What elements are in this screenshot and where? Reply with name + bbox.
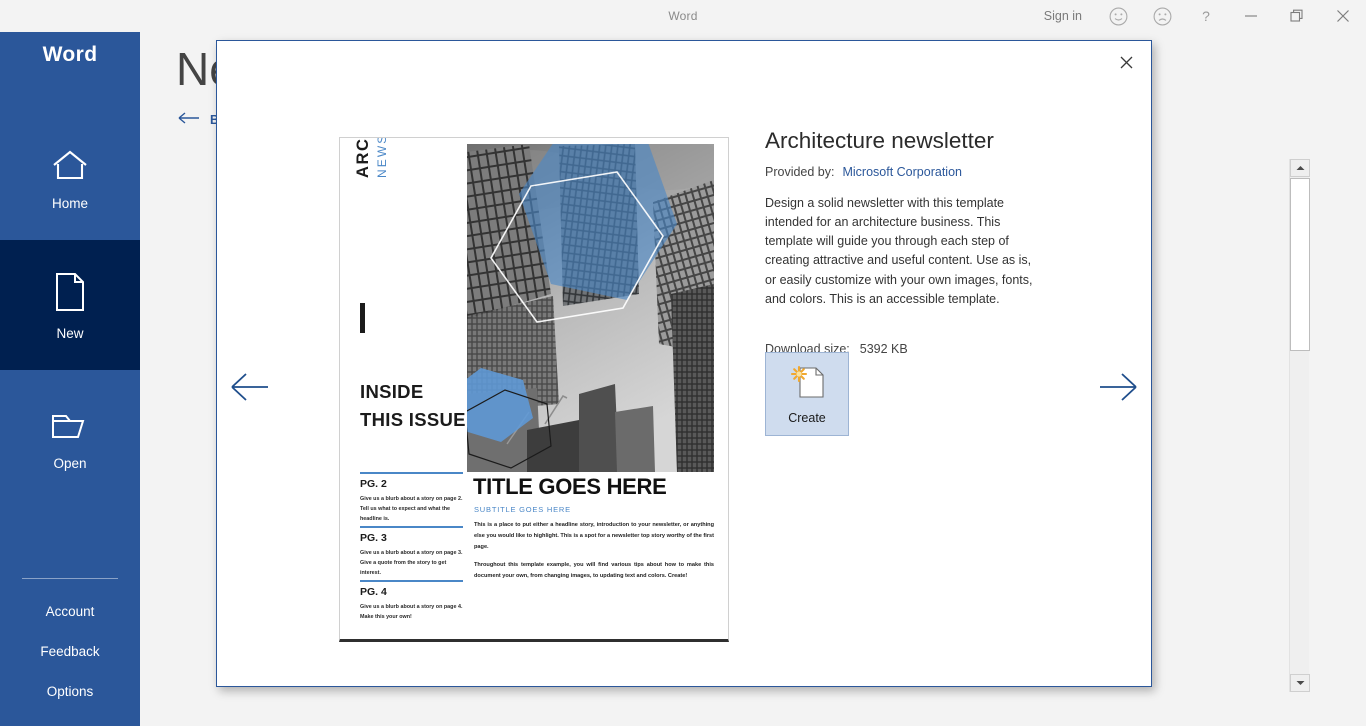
template-inside-heading: INSIDE THIS ISSUE — [360, 381, 466, 431]
create-button[interactable]: Create — [765, 352, 849, 436]
section-blurb: Give us a blurb about a story on page 4.… — [360, 604, 463, 620]
template-main-subtitle: SUBTITLE GOES HERE — [474, 505, 571, 514]
provider-link[interactable]: Microsoft Corporation — [842, 165, 962, 179]
window-title-bar: Word Sign in ? — [0, 0, 1366, 32]
sidebar-item-account[interactable]: Account — [0, 604, 140, 619]
new-document-sparkle-icon — [786, 364, 828, 405]
template-thumbnail[interactable]: ARCHITECTURE NEWSLETTER INSIDE THIS ISSU… — [339, 137, 729, 642]
template-detail-panel: Architecture newsletter Provided by: Mic… — [765, 128, 1055, 356]
previous-template-arrow[interactable] — [228, 365, 274, 409]
section-blurb: Give us a blurb about a story on page 3.… — [360, 550, 463, 576]
template-section-pg2: PG. 2 Give us a blurb about a story on p… — [360, 472, 463, 524]
scroll-up-icon[interactable] — [1290, 159, 1310, 177]
scrollbar-thumb[interactable] — [1290, 178, 1310, 351]
template-accent-bar — [360, 303, 365, 333]
template-main-title: TITLE GOES HERE — [473, 474, 667, 499]
sidebar-item-new-label: New — [56, 325, 84, 341]
home-icon — [50, 140, 90, 182]
template-body-text: This is a place to put either a headline… — [474, 520, 714, 582]
template-description: Design a solid newsletter with this temp… — [765, 196, 1033, 306]
template-vertical-subtitle: NEWSLETTER — [375, 138, 389, 178]
template-title: Architecture newsletter — [765, 128, 994, 153]
section-rule — [360, 472, 463, 474]
open-folder-icon — [50, 400, 90, 442]
template-body-paragraph-1: This is a place to put either a headline… — [474, 522, 714, 550]
template-section-pg4: PG. 4 Give us a blurb about a story on p… — [360, 580, 463, 622]
restore-button[interactable] — [1274, 0, 1320, 32]
template-section-pg3: PG. 3 Give us a blurb about a story on p… — [360, 526, 463, 578]
create-button-label: Create — [788, 410, 826, 425]
sidebar-item-home[interactable]: Home — [0, 110, 140, 240]
template-photo — [467, 144, 714, 472]
smiley-face-icon[interactable] — [1096, 0, 1140, 32]
section-rule — [360, 580, 463, 582]
provided-by-label: Provided by: — [765, 165, 835, 179]
title-bar-controls: Sign in ? — [1030, 0, 1366, 32]
sidebar-item-home-label: Home — [51, 195, 88, 211]
left-sidebar: Word Home New Open Account Feedback Opti… — [0, 0, 140, 726]
word-new-template-preview-screen: Word Home New Open Account Feedback Opti… — [0, 0, 1366, 726]
section-page-label: PG. 4 — [360, 586, 387, 598]
dialog-close-icon[interactable] — [1109, 47, 1143, 77]
sidebar-divider — [22, 578, 118, 579]
sidebar-item-open-label: Open — [53, 455, 87, 471]
sidebar-item-options[interactable]: Options — [0, 684, 140, 699]
section-page-label: PG. 3 — [360, 532, 387, 544]
section-page-label: PG. 2 — [360, 478, 387, 490]
back-arrow-icon — [178, 112, 200, 127]
help-icon[interactable]: ? — [1184, 0, 1228, 32]
next-template-arrow[interactable] — [1094, 365, 1140, 409]
scroll-down-icon[interactable] — [1290, 674, 1310, 692]
download-size-value: 5392 KB — [859, 341, 908, 356]
section-blurb: Give us a blurb about a story on page 2.… — [360, 496, 463, 522]
provided-by-row: Provided by: Microsoft Corporation — [765, 165, 1055, 179]
new-document-icon — [54, 270, 86, 312]
dialog-scrollbar[interactable] — [1289, 159, 1310, 692]
minimize-button[interactable] — [1228, 0, 1274, 32]
sidebar-item-open[interactable]: Open — [0, 370, 140, 500]
sign-in-button[interactable]: Sign in — [1030, 0, 1096, 32]
frowny-face-icon[interactable] — [1140, 0, 1184, 32]
template-body-paragraph-2: Throughout this template example, you wi… — [474, 561, 714, 579]
template-vertical-heading: ARCHITECTURE NEWSLETTER — [354, 138, 389, 178]
template-vertical-title: ARCHITECTURE — [354, 138, 373, 178]
section-rule — [360, 526, 463, 528]
sidebar-item-new[interactable]: New — [0, 240, 140, 370]
close-button[interactable] — [1320, 0, 1366, 32]
sidebar-item-feedback[interactable]: Feedback — [0, 644, 140, 659]
